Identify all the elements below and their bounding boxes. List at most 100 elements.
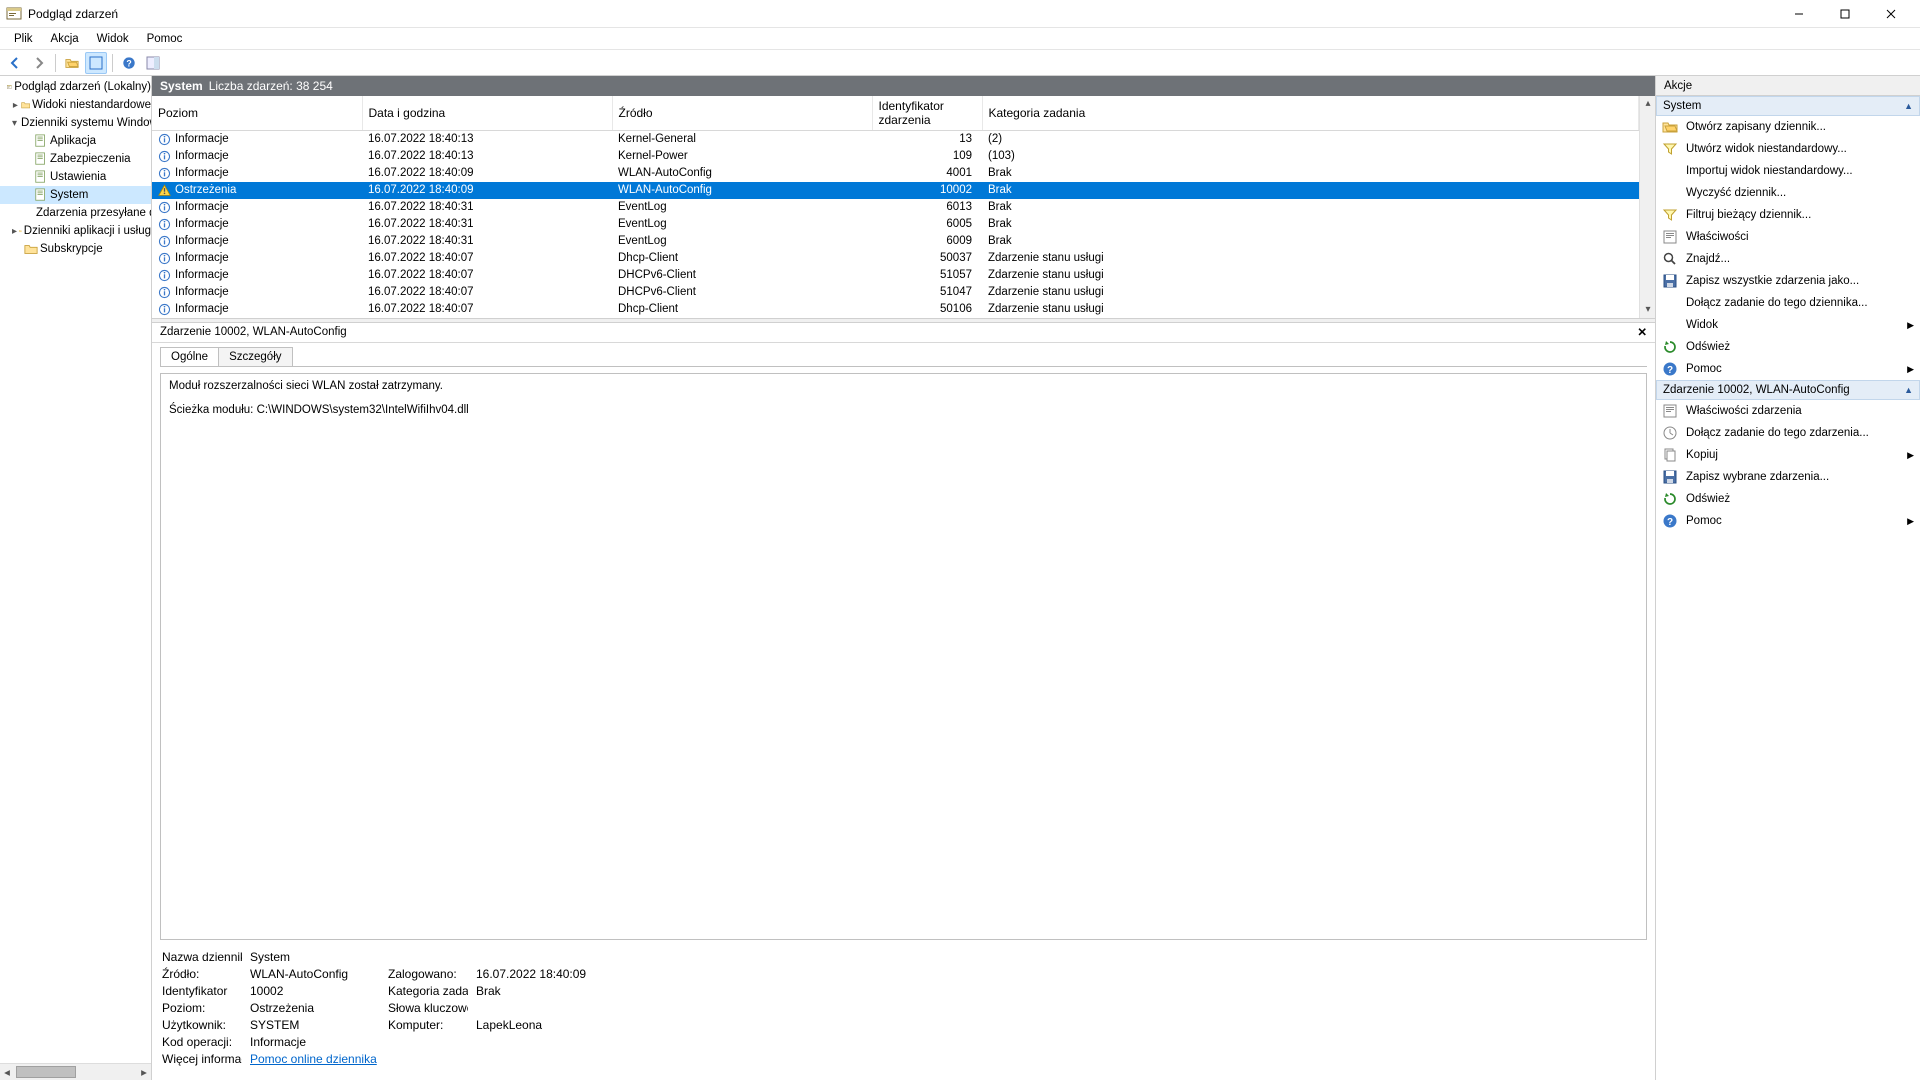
table-row[interactable]: Informacje16.07.2022 18:40:13Kernel-Powe…	[152, 148, 1639, 165]
toolbar-preview-button[interactable]	[85, 52, 107, 74]
tree-hscrollbar[interactable]: ◂▸	[0, 1063, 151, 1080]
info-icon	[158, 286, 171, 299]
blank-icon	[1662, 185, 1678, 201]
nav-back-button[interactable]	[4, 52, 26, 74]
action-item[interactable]: Kopiuj▶	[1656, 444, 1920, 466]
tree-custom-views[interactable]: ▸Widoki niestandardowe	[0, 96, 151, 114]
copy-icon	[1662, 447, 1678, 463]
refresh-icon	[1662, 491, 1678, 507]
action-item[interactable]: Zapisz wybrane zdarzenia...	[1656, 466, 1920, 488]
list-header-bar: System Liczba zdarzeń: 38 254	[152, 76, 1655, 96]
tree-setup[interactable]: Ustawienia	[0, 168, 151, 186]
tab-details[interactable]: Szczegóły	[218, 347, 292, 366]
action-item[interactable]: Wyczyść dziennik...	[1656, 182, 1920, 204]
event-grid[interactable]: Poziom Data i godzina Źródło Identyfikat…	[152, 96, 1639, 318]
col-level[interactable]: Poziom	[152, 96, 362, 131]
actions-section-system[interactable]: System▲	[1656, 96, 1920, 116]
action-item[interactable]: Znajdź...	[1656, 248, 1920, 270]
action-item[interactable]: Filtruj bieżący dziennik...	[1656, 204, 1920, 226]
minimize-button[interactable]	[1776, 0, 1822, 28]
table-row[interactable]: Informacje16.07.2022 18:40:31EventLog601…	[152, 199, 1639, 216]
blank-icon	[1662, 295, 1678, 311]
action-item[interactable]: Właściwości zdarzenia	[1656, 400, 1920, 422]
save-icon	[1662, 273, 1678, 289]
val-opcode: Informacje	[250, 1035, 380, 1049]
info-icon	[158, 133, 171, 146]
table-row[interactable]: Ostrzeżenia16.07.2022 18:40:09WLAN-AutoC…	[152, 182, 1639, 199]
action-item[interactable]: Odśwież	[1656, 336, 1920, 358]
list-log-name: System	[160, 79, 203, 93]
tree-system[interactable]: System	[0, 186, 151, 204]
help-icon	[1662, 513, 1678, 529]
action-item[interactable]: Zapisz wszystkie zdarzenia jako...	[1656, 270, 1920, 292]
menu-view[interactable]: Widok	[89, 31, 137, 47]
action-item[interactable]: Odśwież	[1656, 488, 1920, 510]
table-row[interactable]: Informacje16.07.2022 18:40:07DHCPv6-Clie…	[152, 284, 1639, 301]
col-source[interactable]: Źródło	[612, 96, 872, 131]
blank-icon	[1662, 163, 1678, 179]
table-row[interactable]: Informacje16.07.2022 18:40:31EventLog600…	[152, 216, 1639, 233]
tree-subscriptions[interactable]: Subskrypcje	[0, 240, 151, 258]
action-item[interactable]: Pomoc▶	[1656, 510, 1920, 532]
action-item[interactable]: Pomoc▶	[1656, 358, 1920, 380]
tree-security[interactable]: Zabezpieczenia	[0, 150, 151, 168]
menu-help[interactable]: Pomoc	[139, 31, 191, 47]
close-button[interactable]	[1868, 0, 1914, 28]
grid-vscrollbar[interactable]: ▴▾	[1639, 96, 1655, 318]
warning-icon	[158, 184, 171, 197]
maximize-button[interactable]	[1822, 0, 1868, 28]
filter-icon	[1662, 141, 1678, 157]
tree-application[interactable]: Aplikacja	[0, 132, 151, 150]
task-icon	[1662, 425, 1678, 441]
tree-windows-logs[interactable]: ▾Dzienniki systemu Windows	[0, 114, 151, 132]
action-item[interactable]: Utwórz widok niestandardowy...	[1656, 138, 1920, 160]
action-item[interactable]: Widok▶	[1656, 314, 1920, 336]
tab-general[interactable]: Ogólne	[160, 347, 219, 366]
info-icon	[158, 167, 171, 180]
val-source: WLAN-AutoConfig	[250, 967, 380, 981]
col-date[interactable]: Data i godzina	[362, 96, 612, 131]
info-icon	[158, 201, 171, 214]
val-log-name: System	[250, 950, 380, 964]
table-row[interactable]: Informacje16.07.2022 18:40:07Dhcp-Client…	[152, 250, 1639, 267]
col-id[interactable]: Identyfikator zdarzenia	[872, 96, 982, 131]
table-row[interactable]: Informacje16.07.2022 18:40:09WLAN-AutoCo…	[152, 165, 1639, 182]
val-logged: 16.07.2022 18:40:09	[476, 967, 676, 981]
props-icon	[1662, 229, 1678, 245]
menu-action[interactable]: Akcja	[43, 31, 87, 47]
detail-close-button[interactable]: ✕	[1637, 325, 1647, 339]
action-item[interactable]: Dołącz zadanie do tego dziennika...	[1656, 292, 1920, 314]
col-category[interactable]: Kategoria zadania	[982, 96, 1639, 131]
tree-forwarded[interactable]: Zdarzenia przesyłane dalej	[0, 204, 151, 222]
table-row[interactable]: Informacje16.07.2022 18:40:07DHCPv6-Clie…	[152, 267, 1639, 284]
toolbar-help-button[interactable]	[118, 52, 140, 74]
action-item[interactable]: Importuj widok niestandardowy...	[1656, 160, 1920, 182]
menu-file[interactable]: Plik	[6, 31, 41, 47]
val-computer: LapekLeona	[476, 1018, 676, 1032]
val-user: SYSTEM	[250, 1018, 380, 1032]
detail-title: Zdarzenie 10002, WLAN-AutoConfig	[160, 326, 347, 338]
help-icon	[1662, 361, 1678, 377]
info-icon	[158, 218, 171, 231]
action-item[interactable]: Dołącz zadanie do tego zdarzenia...	[1656, 422, 1920, 444]
table-row[interactable]: Informacje16.07.2022 18:40:13Kernel-Gene…	[152, 131, 1639, 148]
open-icon	[1662, 119, 1678, 135]
actions-title: Akcje	[1656, 76, 1920, 96]
refresh-icon	[1662, 339, 1678, 355]
more-info-link[interactable]: Pomoc online dziennika	[250, 1052, 377, 1066]
nav-forward-button[interactable]	[28, 52, 50, 74]
tree-apps-services[interactable]: ▸Dzienniki aplikacji i usług	[0, 222, 151, 240]
tree-root[interactable]: Podgląd zdarzeń (Lokalny)	[0, 78, 151, 96]
toolbar	[0, 50, 1920, 76]
val-keywords	[476, 1001, 676, 1015]
menubar: Plik Akcja Widok Pomoc	[0, 28, 1920, 50]
table-row[interactable]: Informacje16.07.2022 18:40:07Dhcp-Client…	[152, 301, 1639, 318]
actions-section-event[interactable]: Zdarzenie 10002, WLAN-AutoConfig▲	[1656, 380, 1920, 400]
toolbar-show-tree-button[interactable]	[61, 52, 83, 74]
find-icon	[1662, 251, 1678, 267]
toolbar-actions-toggle-button[interactable]	[142, 52, 164, 74]
action-item[interactable]: Właściwości	[1656, 226, 1920, 248]
action-item[interactable]: Otwórz zapisany dziennik...	[1656, 116, 1920, 138]
table-row[interactable]: Informacje16.07.2022 18:40:31EventLog600…	[152, 233, 1639, 250]
tree-pane: Podgląd zdarzeń (Lokalny) ▸Widoki niesta…	[0, 76, 152, 1080]
